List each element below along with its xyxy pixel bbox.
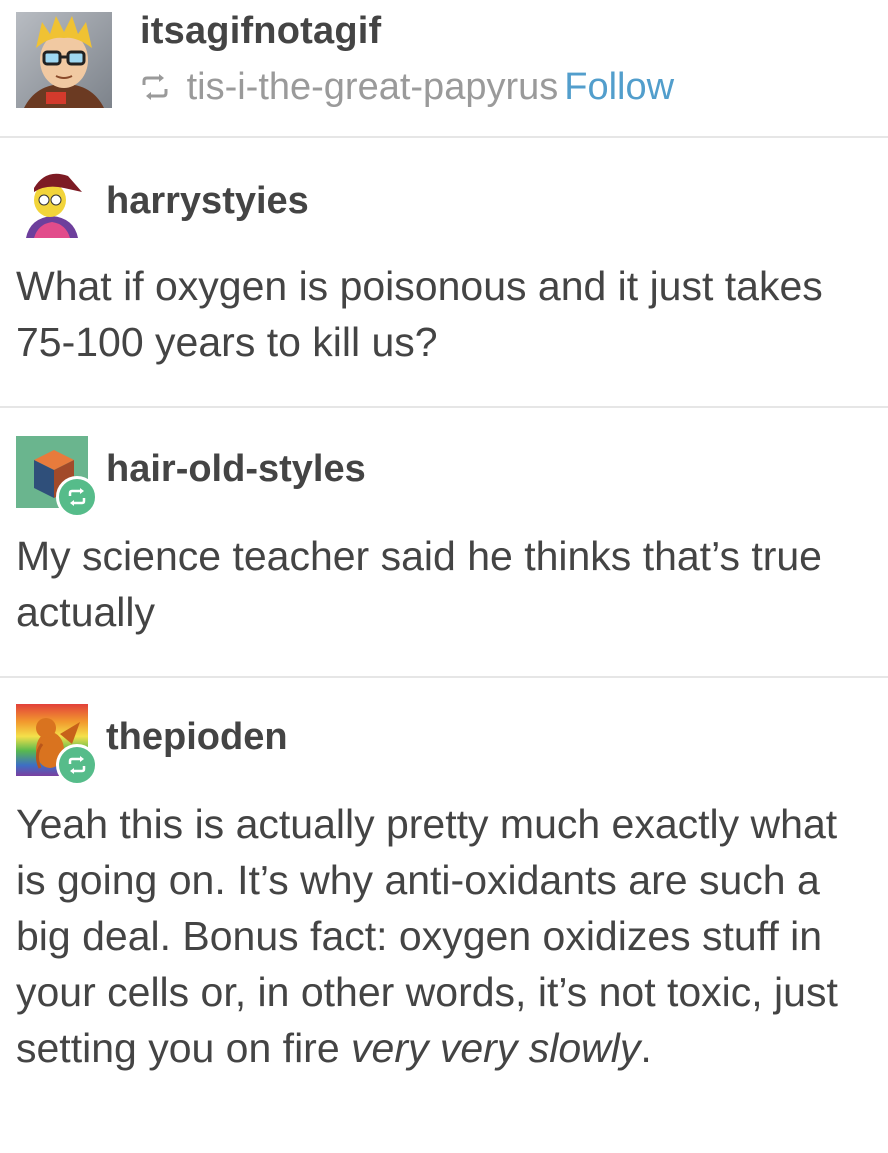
reblog-entry: harrystyies What if oxygen is poisonous … (0, 138, 888, 408)
reblog-entry: hair-old-styles My science teacher said … (0, 408, 888, 678)
post-text: Yeah this is actually pretty much exactl… (16, 796, 856, 1076)
post-username[interactable]: harrystyies (106, 180, 309, 223)
post-text: My science teacher said he thinks that’s… (16, 533, 822, 635)
post-header: itsagifnotagif tis-i-the-great-papyrus Fo… (0, 0, 888, 138)
blog-avatar[interactable] (16, 12, 112, 108)
post-username[interactable]: hair-old-styles (106, 448, 366, 491)
blog-username[interactable]: itsagifnotagif (140, 10, 381, 53)
avatar-harrystyies[interactable] (16, 166, 88, 238)
reblog-source-line: tis-i-the-great-papyrus Follow (140, 66, 674, 109)
reblog-source-name[interactable]: tis-i-the-great-papyrus (187, 66, 559, 108)
reblog-badge-icon (56, 744, 98, 786)
post-text: What if oxygen is poisonous and it just … (16, 263, 823, 365)
follow-button[interactable]: Follow (564, 66, 674, 108)
post-text-end: . (640, 1025, 652, 1071)
reblog-badge-icon (56, 476, 98, 518)
post-text-emphasis: very very slowly (351, 1025, 641, 1071)
reblog-icon (140, 66, 187, 108)
post-username[interactable]: thepioden (106, 716, 288, 759)
reblog-entry: thepioden Yeah this is actually pretty m… (0, 678, 888, 1153)
